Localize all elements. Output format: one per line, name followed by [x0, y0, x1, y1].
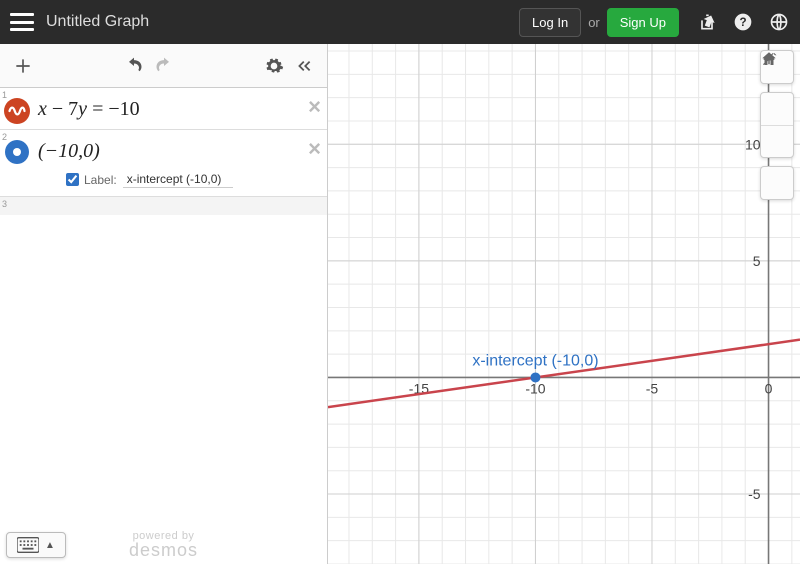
expression-row[interactable]: 2 (−10,0) Label: x-intercept (-10,0) ×	[0, 130, 327, 197]
delete-row-button[interactable]: ×	[308, 94, 321, 120]
graph-canvas[interactable]: -15-10-50-5510x-intercept (-10,0)	[328, 44, 800, 564]
zoom-out-button[interactable]	[761, 125, 793, 157]
or-text: or	[588, 15, 600, 30]
expression-toolbar	[0, 44, 327, 88]
label-caption: Label:	[84, 173, 117, 187]
svg-text:-5: -5	[748, 486, 761, 502]
help-icon[interactable]: ?	[732, 11, 754, 33]
login-button[interactable]: Log In	[519, 8, 581, 37]
svg-text:x-intercept (-10,0): x-intercept (-10,0)	[472, 352, 598, 369]
label-row: Label: x-intercept (-10,0)	[38, 171, 321, 188]
row-index: 1	[2, 90, 7, 100]
svg-text:-10: -10	[525, 380, 545, 396]
label-checkbox[interactable]	[66, 173, 79, 186]
point-color-icon[interactable]	[5, 140, 29, 164]
top-bar: Untitled Graph Log In or Sign Up ?	[0, 0, 800, 44]
svg-text:5: 5	[753, 253, 761, 269]
language-icon[interactable]	[768, 11, 790, 33]
svg-text:?: ?	[739, 16, 746, 29]
svg-text:10: 10	[745, 136, 761, 152]
row-index: 3	[2, 199, 7, 209]
graph-title[interactable]: Untitled Graph	[46, 13, 516, 31]
delete-row-button[interactable]: ×	[308, 136, 321, 162]
expression-row[interactable]: 1 x − 7y = −10 ×	[0, 88, 327, 130]
equation-color-icon[interactable]	[4, 98, 30, 124]
expression-row-empty[interactable]: 3	[0, 197, 327, 215]
expression-panel: 1 x − 7y = −10 × 2 (−10,0)	[0, 44, 328, 564]
row-index: 2	[2, 132, 7, 142]
powered-by: powered by desmos	[0, 530, 327, 558]
redo-button[interactable]	[149, 51, 179, 81]
plot-svg[interactable]: -15-10-50-5510x-intercept (-10,0)	[328, 44, 800, 564]
svg-text:0: 0	[765, 380, 773, 396]
label-input[interactable]: x-intercept (-10,0)	[123, 171, 233, 188]
point-text[interactable]: (−10,0)	[38, 140, 100, 162]
equation-text[interactable]: x − 7y = −10	[38, 98, 140, 120]
share-icon[interactable]	[696, 11, 718, 33]
undo-button[interactable]	[119, 51, 149, 81]
menu-icon[interactable]	[10, 13, 34, 31]
home-button[interactable]	[761, 167, 793, 199]
svg-text:-5: -5	[646, 380, 659, 396]
collapse-panel-button[interactable]	[289, 51, 319, 81]
add-expression-button[interactable]	[8, 51, 38, 81]
zoom-in-button[interactable]	[761, 93, 793, 125]
graph-tools	[760, 50, 794, 200]
settings-button[interactable]	[259, 51, 289, 81]
signup-button[interactable]: Sign Up	[607, 8, 679, 37]
